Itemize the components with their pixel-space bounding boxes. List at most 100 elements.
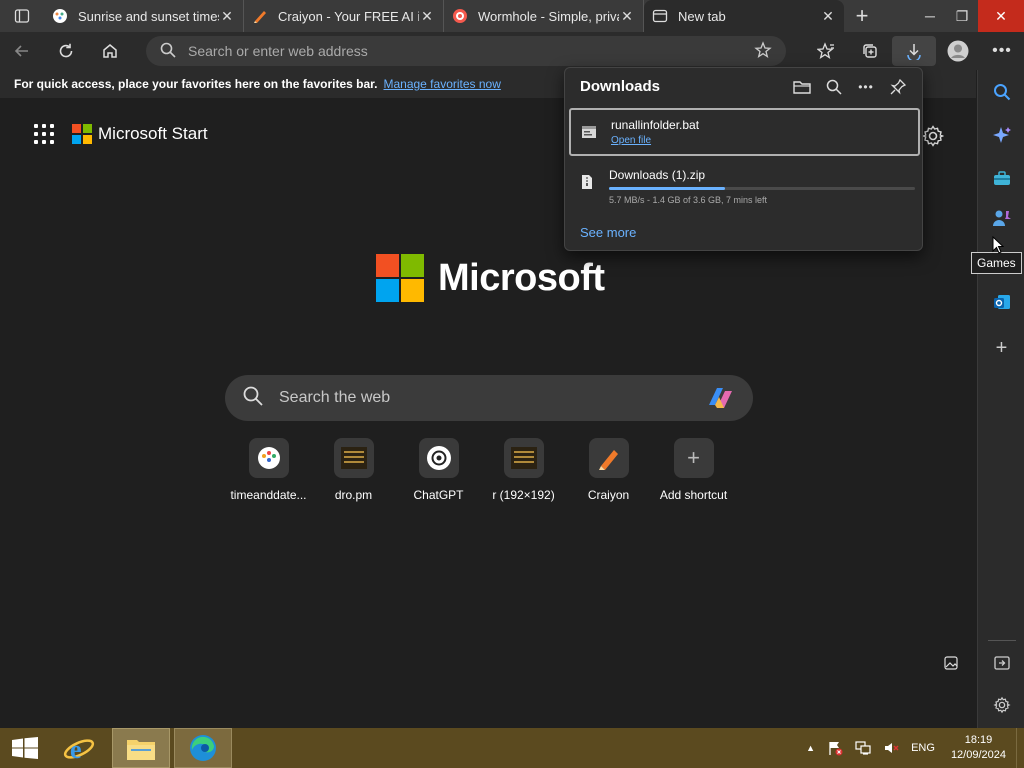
show-hidden-icons-button[interactable]: ▲ [800,728,821,768]
settings-more-button[interactable]: ••• [980,32,1024,70]
mouse-cursor-icon [992,236,1004,254]
favorites-bar-message: For quick access, place your favorites h… [14,77,378,91]
refresh-icon [59,43,73,58]
games-icon [992,210,1011,226]
bat-file-icon [582,126,596,138]
open-file-link[interactable]: Open file [611,135,699,146]
search-downloads-button[interactable] [818,76,850,98]
add-favorite-star-icon[interactable] [754,40,772,62]
edge-icon [190,735,216,761]
gear-icon [992,696,1011,714]
download-item[interactable]: Downloads (1).zip 5.7 MB/s - 1.4 GB of 3… [569,160,920,208]
clock[interactable]: 18:19 12/09/2024 [941,733,1016,763]
more-icon: ••• [858,80,874,94]
open-downloads-folder-button[interactable] [786,76,818,98]
page-settings-button[interactable] [921,124,945,153]
home-button[interactable] [88,32,132,70]
sidebar-hide-button[interactable] [978,643,1024,683]
manage-favorites-link[interactable]: Manage favorites now [383,77,500,91]
back-button[interactable] [0,32,44,70]
shortcut-r-192[interactable]: r (192×192) [481,438,566,502]
download-filename: runallinfolder.bat [611,118,700,132]
downloads-actions: ••• [786,76,914,98]
shortcut-dro-pm[interactable]: dro.pm [311,438,396,502]
taskbar-edge[interactable] [174,728,232,768]
sidebar-settings[interactable] [978,685,1024,725]
close-icon[interactable]: ✕ [619,8,635,25]
sidebar-add-button[interactable]: + [978,328,1024,368]
tab-actions-button[interactable] [0,0,44,32]
taskbar-file-explorer[interactable] [112,728,170,768]
shortcut-label: Craiyon [587,488,630,502]
microsoft-wordmark: Microsoft [438,256,605,299]
sidebar-outlook[interactable] [978,282,1024,322]
browser-toolbar: Search or enter web address ••• [0,32,1024,70]
collections-button[interactable] [848,32,892,70]
folder-icon [793,81,811,94]
shortcut-chatgpt[interactable]: ChatGPT [396,438,481,502]
toolbox-icon [993,171,1010,185]
tab-craiyon[interactable]: Craiyon - Your FREE AI image generator ✕ [244,0,444,32]
download-progress-fill [609,187,726,190]
sidebar-tools[interactable] [978,158,1024,198]
shortcut-label: timeanddate... [230,488,307,502]
outlook-icon [993,295,1010,309]
craiyon-icon [588,438,629,478]
clock-time: 18:19 [964,734,993,746]
sidebar-games[interactable] [978,198,1024,238]
shortcut-craiyon[interactable]: Craiyon [566,438,651,502]
minimize-button[interactable]: ─ [914,0,946,32]
profile-button[interactable] [936,32,980,70]
downloads-more-options-button[interactable]: ••• [850,76,882,98]
games-tooltip: Games [971,252,1022,274]
restore-button[interactable]: ❐ [946,0,978,32]
tab-newtab[interactable]: New tab ✕ [644,0,844,32]
favorites-button[interactable] [804,32,848,70]
search-icon [993,84,1010,101]
sidebar-search[interactable] [978,72,1024,112]
tab-title: Wormhole - Simple, private file sharing [478,8,619,24]
refresh-button[interactable] [44,32,88,70]
collections-icon [863,44,877,58]
new-tab-button[interactable]: + [844,0,880,32]
close-icon[interactable]: ✕ [219,8,235,25]
home-icon [103,44,117,58]
address-bar[interactable]: Search or enter web address [146,36,786,66]
sidebar-copilot[interactable] [978,115,1024,155]
download-item[interactable]: runallinfolder.bat Open file [569,108,920,156]
add-shortcut-button[interactable]: + Add shortcut [651,438,736,502]
download-status: 5.7 MB/s - 1.4 GB of 3.6 GB, 7 mins left [609,195,768,205]
close-icon[interactable]: ✕ [419,8,435,25]
action-center-flag-icon[interactable] [821,728,849,768]
clock-date: 12/09/2024 [950,749,1006,761]
close-icon[interactable]: ✕ [820,8,836,25]
copilot-icon[interactable] [705,385,735,411]
downloads-button[interactable] [892,36,936,66]
tab-title: New tab [678,8,726,24]
plus-icon: + [673,438,714,478]
background-image-button[interactable] [944,656,958,675]
search-icon [243,386,263,411]
show-desktop-button[interactable] [1016,728,1024,768]
tab-sunrise[interactable]: Sunrise and sunset times ✕ [44,0,244,32]
shortcut-timeanddate[interactable]: timeanddate... [226,438,311,502]
search-icon [826,79,842,95]
pin-downloads-button[interactable] [882,76,914,98]
microsoft-logo-icon [376,254,424,302]
window-close-button[interactable]: ✕ [978,0,1024,32]
network-icon[interactable] [849,728,877,768]
app-launcher-icon[interactable] [34,124,54,144]
start-button[interactable] [0,728,50,768]
image-icon [944,656,958,670]
volume-muted-icon[interactable] [877,728,905,768]
see-more-link[interactable]: See more [580,225,636,240]
avatar-icon [947,40,969,62]
tab-title: Sunrise and sunset times [78,8,219,24]
taskbar-internet-explorer[interactable]: e [50,728,108,768]
windows-logo-icon [12,737,38,759]
shortcut-label: dro.pm [334,488,373,502]
tab-wormhole[interactable]: Wormhole - Simple, private file sharing … [444,0,644,32]
microsoft-brand: Microsoft [376,254,605,302]
language-indicator[interactable]: ENG [905,728,941,768]
web-search-box[interactable]: Search the web [225,375,753,421]
